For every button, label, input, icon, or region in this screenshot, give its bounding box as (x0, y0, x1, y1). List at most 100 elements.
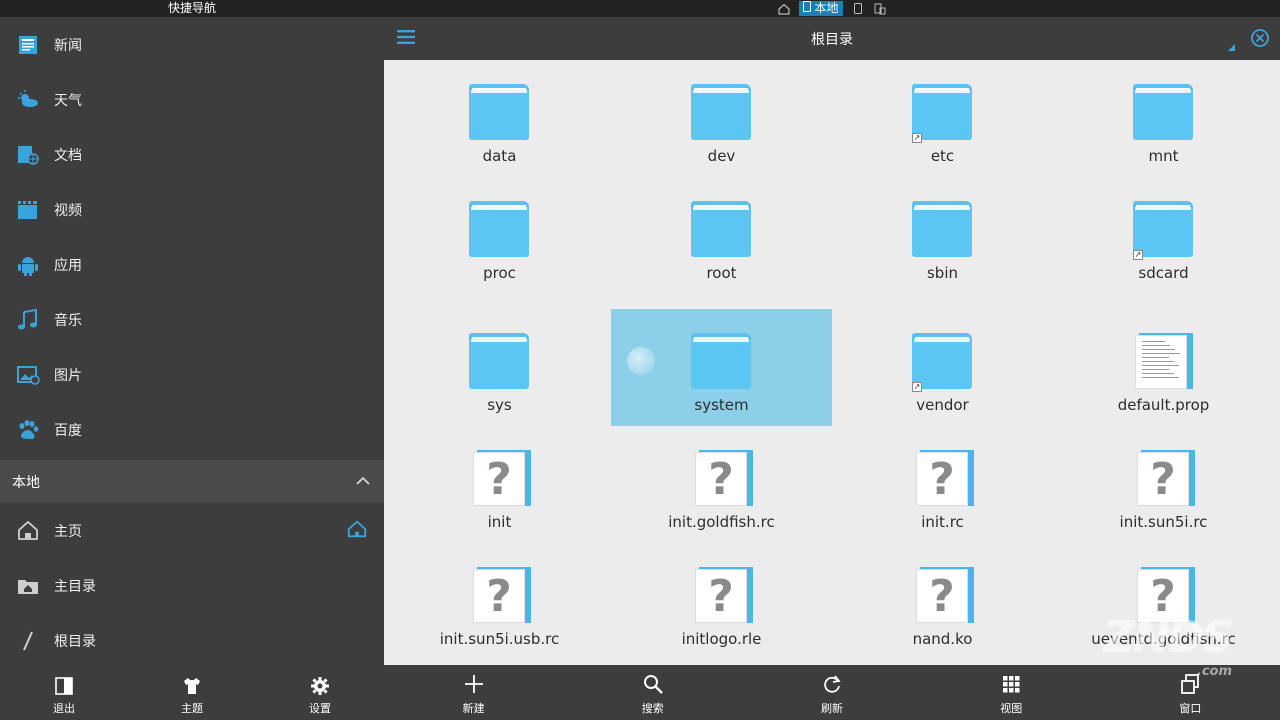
folder-item[interactable]: ↗ vendor (832, 309, 1053, 426)
app-window: 快捷导航 新闻 天气 文档 视频 应用 音乐 图片 百度 本地 主页 主目录 根… (0, 0, 1280, 720)
exit-button[interactable]: 退出 (0, 672, 128, 720)
folder-icon: ↗ (1133, 201, 1193, 260)
theme-button[interactable]: 主题 (128, 672, 256, 720)
folder-item[interactable]: data (389, 60, 610, 177)
sidebar: 快捷导航 新闻 天气 文档 视频 应用 音乐 图片 百度 本地 主页 主目录 根… (0, 0, 384, 720)
text-file-icon (1135, 333, 1193, 391)
settings-button[interactable]: 设置 (256, 672, 384, 720)
shortcut-link-icon: ↗ (1133, 250, 1143, 260)
title-bar: 根目录 (384, 17, 1280, 60)
folder-item[interactable]: sys (389, 309, 610, 426)
android-icon (16, 253, 40, 277)
file-item[interactable]: ? init (389, 426, 610, 543)
unknown-file-icon: ? (695, 450, 753, 508)
sidebar-item-label: 百度 (54, 422, 82, 439)
news-icon (16, 33, 40, 57)
sidebar-item-label: 天气 (54, 92, 82, 109)
sidebar-item-label: 图片 (54, 367, 82, 384)
section-header-local[interactable]: 本地 (0, 460, 384, 503)
set-home-icon[interactable] (346, 518, 368, 540)
unknown-file-icon: ? (695, 567, 753, 625)
shirt-icon (182, 676, 202, 700)
sidebar-item-images[interactable]: 图片 (0, 347, 384, 402)
znds-watermark: 智能电视网 ZNDS .com (1103, 612, 1234, 679)
sidebar-item-weather[interactable]: 天气 (0, 72, 384, 127)
file-name-label: sbin (926, 264, 958, 282)
dropdown-indicator-icon[interactable] (1228, 44, 1235, 51)
file-name-label: mnt (1148, 147, 1179, 165)
sidebar-item-music[interactable]: 音乐 (0, 292, 384, 347)
file-name-label: data (482, 147, 517, 165)
sidebar-item-video[interactable]: 视频 (0, 182, 384, 237)
sidebar-item-documents[interactable]: 文档 (0, 127, 384, 182)
video-icon (16, 198, 40, 222)
footer-label: 设置 (309, 702, 331, 715)
unknown-file-icon: ? (473, 567, 531, 625)
sidebar-item-label: 音乐 (54, 312, 82, 329)
file-item[interactable]: ? initlogo.rle (611, 543, 832, 660)
weather-icon (16, 88, 40, 112)
refresh-button[interactable]: 刷新 (742, 665, 921, 720)
unknown-file-icon: ? (916, 450, 974, 508)
loading-spinner (627, 347, 655, 375)
file-name-label: dev (707, 147, 736, 165)
close-icon[interactable] (1250, 28, 1270, 48)
home-icon (16, 519, 40, 543)
folder-item[interactable]: proc (389, 177, 610, 294)
folder-item[interactable]: dev (611, 60, 832, 177)
file-item[interactable]: ? init.rc (832, 426, 1053, 543)
devices-tab-icon[interactable] (873, 2, 887, 16)
file-name-label: vendor (916, 396, 969, 414)
file-name-label: nand.ko (912, 630, 973, 648)
phone-tab-icon[interactable] (851, 2, 865, 16)
sidebar-item-label: 文档 (54, 147, 82, 164)
window-button[interactable]: 窗口 (1101, 665, 1280, 720)
file-item[interactable]: ? init.sun5i.usb.rc (389, 543, 610, 660)
local-tab[interactable]: 本地 (799, 1, 843, 16)
folder-item[interactable]: mnt (1053, 60, 1274, 177)
local-tab-label: 本地 (814, 1, 839, 15)
folder-icon: ↗ (912, 333, 972, 392)
folder-icon (691, 333, 751, 389)
search-button[interactable]: 搜索 (563, 665, 742, 720)
file-item[interactable]: ? init.goldfish.rc (611, 426, 832, 543)
folder-item[interactable]: sbin (832, 177, 1053, 294)
unknown-file-icon: ? (473, 450, 531, 508)
footer-label: 主题 (181, 702, 203, 715)
refresh-icon (821, 673, 843, 700)
footer-label: 退出 (53, 702, 75, 715)
file-item[interactable]: ? init.sun5i.rc (1053, 426, 1274, 543)
sidebar-item-home-directory[interactable]: 主目录 (0, 558, 384, 613)
sidebar-item-label: 视频 (54, 202, 82, 219)
file-item[interactable]: default.prop (1053, 309, 1274, 426)
folder-item[interactable]: root (611, 177, 832, 294)
baidu-paw-icon (16, 418, 40, 442)
sidebar-item-apps[interactable]: 应用 (0, 237, 384, 292)
folder-icon (469, 201, 529, 257)
document-icon (16, 143, 40, 167)
sidebar-item-root-directory[interactable]: 根目录 (0, 613, 384, 668)
new-button[interactable]: 新建 (384, 665, 563, 720)
sidebar-footer: 退出 主题 设置 (0, 672, 384, 720)
unknown-file-icon: ? (916, 567, 974, 625)
folder-item[interactable]: system (611, 309, 832, 426)
sidebar-item-home[interactable]: 主页 (0, 503, 384, 558)
gear-icon (310, 676, 330, 700)
sidebar-item-news[interactable]: 新闻 (0, 17, 384, 72)
folder-item[interactable]: ↗ sdcard (1053, 177, 1274, 294)
sidebar-title: 快捷导航 (0, 0, 384, 17)
file-name-label: system (694, 396, 749, 414)
folder-icon (469, 333, 529, 389)
folder-item[interactable]: ↗ etc (832, 60, 1053, 177)
shortcut-link-icon: ↗ (912, 133, 922, 143)
home-tab-icon[interactable] (777, 2, 791, 16)
view-button[interactable]: 视图 (922, 665, 1101, 720)
bottom-toolbar: 新建 搜索 刷新 视图 窗口 (384, 665, 1280, 720)
unknown-file-icon: ? (1137, 450, 1195, 508)
music-icon (16, 308, 40, 332)
file-item[interactable]: ? nand.ko (832, 543, 1053, 660)
folder-icon (469, 84, 529, 140)
file-name-label: init.rc (921, 513, 964, 531)
file-name-label: init.sun5i.usb.rc (439, 630, 560, 648)
sidebar-item-baidu[interactable]: 百度 (0, 402, 384, 457)
